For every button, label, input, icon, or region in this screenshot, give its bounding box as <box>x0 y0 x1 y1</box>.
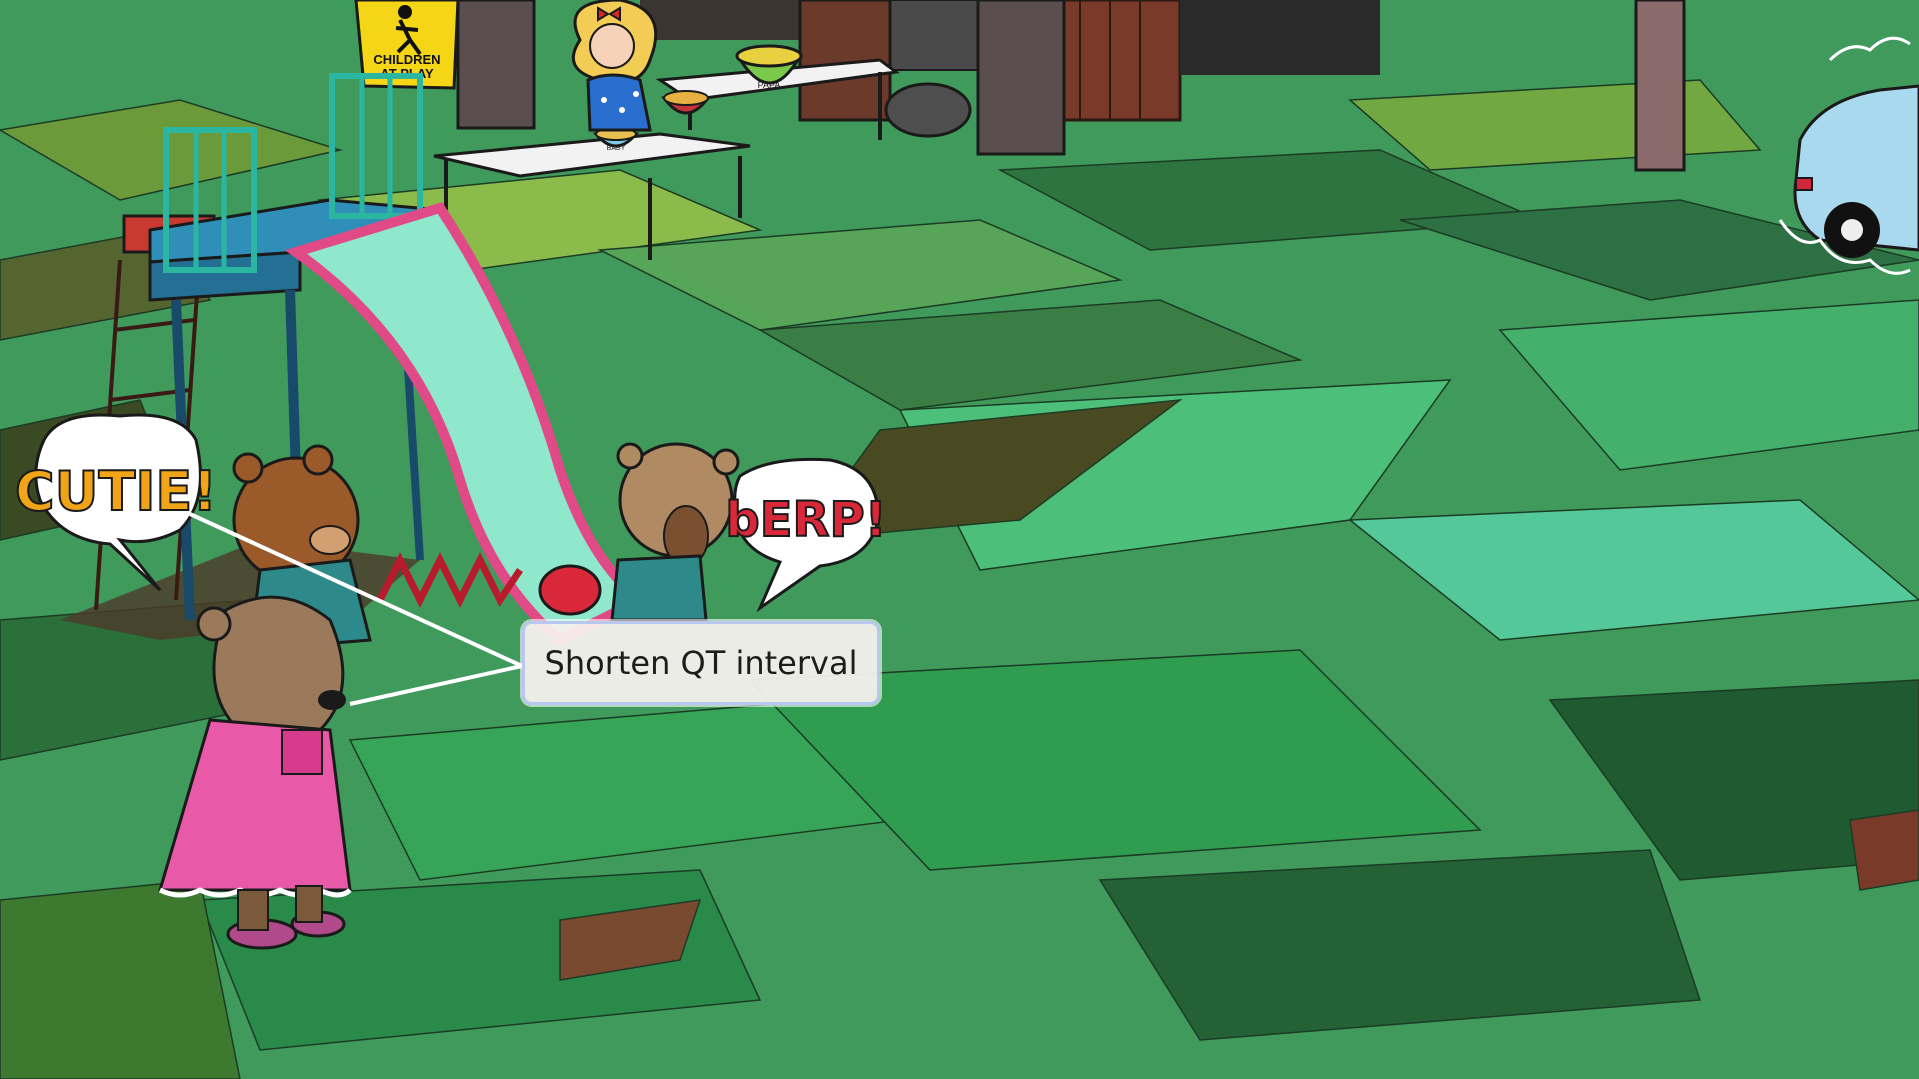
annotation-label-text: Shorten QT interval <box>544 644 858 682</box>
red-can <box>538 564 602 616</box>
speech-left-text: CUTIE! <box>15 460 217 523</box>
annotation-label: Shorten QT interval <box>522 621 880 705</box>
playground-illustration: CHILDREN AT PLAY PAPA BABY CUTIE! bERP! <box>0 0 1919 1079</box>
cartoon-scene: CHILDREN AT PLAY PAPA BABY CUTIE! bERP! … <box>0 0 1919 1079</box>
sign-text-line1: CHILDREN <box>373 52 440 67</box>
post <box>456 0 536 130</box>
post <box>1634 0 1686 172</box>
speech-right-text: bERP! <box>725 492 886 548</box>
baby-bowl-label: BABY <box>607 145 626 152</box>
papa-bowl-label: PAPA <box>758 80 781 90</box>
post <box>976 0 1066 156</box>
